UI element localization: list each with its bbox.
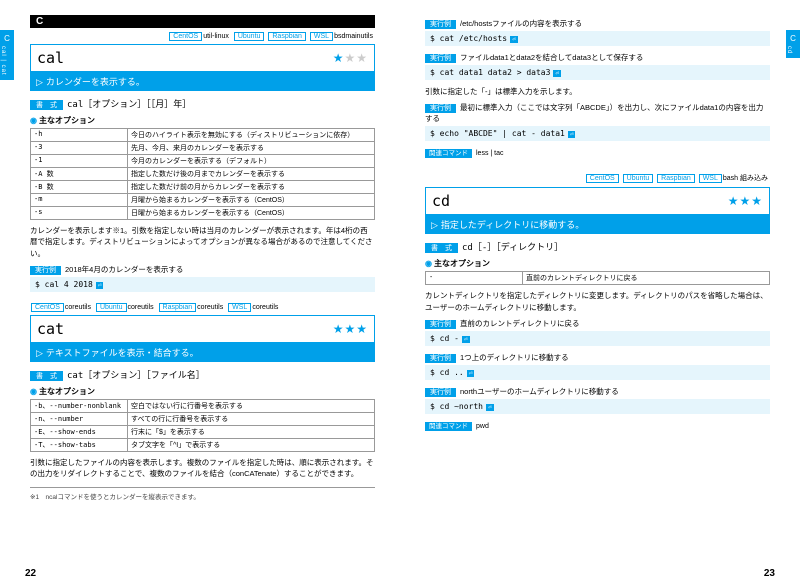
footnote: ※1 ncalコマンドを使うとカレンダーを縦表示できます。 [30, 487, 375, 501]
related-commands: 関連コマンドpwd [425, 420, 770, 430]
syntax-row: 書 式cd［-］［ディレクトリ］ [425, 240, 770, 253]
platforms-cd: CentOS Ubuntu Raspbian WSLbash 組み込み [425, 173, 770, 183]
options-table-cd: -直前のカレントディレクトリに戻る [425, 271, 770, 285]
example-row: 実行例/etc/hostsファイルの内容を表示する [425, 18, 770, 29]
example-row: 実行例1つ上のディレクトリに移動する [425, 352, 770, 363]
page-number-right: 23 [764, 568, 775, 579]
code-box: $ echo "ABCDE" | cat - data1⏎ [425, 126, 770, 141]
options-table-cat: -b、--number-nonblank空白ではない行に行番号を表示する -n、… [30, 399, 375, 452]
command-header-cal: cal ★★★ [30, 44, 375, 72]
command-description: ▷テキストファイルを表示・結合する。 [30, 343, 375, 362]
code-box: $ cd ~north⏎ [425, 399, 770, 414]
tab-letter: C [786, 34, 800, 43]
body-text-cd: カレントディレクトリを指定したディレクトリに変更します。ディレクトリのパスを省略… [425, 290, 770, 313]
platforms-cal: CentOSutil-linux Ubuntu Raspbian WSLbsdm… [30, 33, 375, 40]
syntax-row: 書 式cat［オプション］［ファイル名］ [30, 368, 375, 381]
example-row: 実行例ファイルdata1とdata2を結合してdata3として保存する [425, 52, 770, 63]
related-commands: 関連コマンドless | tac [425, 147, 770, 157]
section-letter: C [30, 15, 375, 28]
example-row: 実行例直前のカレントディレクトリに戻る [425, 318, 770, 329]
index-tab-right: C cd [786, 30, 800, 58]
page-left: C cal | cat C CentOSutil-linux Ubuntu Ra… [0, 0, 400, 587]
code-box: $ cd ..⏎ [425, 365, 770, 380]
command-name: cal [37, 49, 64, 67]
command-name: cd [432, 192, 450, 210]
rating-stars: ★★★ [333, 322, 368, 336]
code-box: $ cat data1 data2 > data3⏎ [425, 65, 770, 80]
command-description: ▷カレンダーを表示する。 [30, 72, 375, 91]
index-tab-left: C cal | cat [0, 30, 14, 80]
page-right: C cd 実行例/etc/hostsファイルの内容を表示する $ cat /et… [400, 0, 800, 587]
command-header-cd: cd ★★★ [425, 187, 770, 215]
example-row: 実行例2018年4月のカレンダーを表示する [30, 264, 375, 275]
syntax-row: 書 式cal［オプション］［［月］年］ [30, 97, 375, 110]
tab-sub: cd [786, 46, 792, 54]
page-number-left: 22 [25, 568, 36, 579]
example-row: 実行例northユーザーのホームディレクトリに移動する [425, 386, 770, 397]
body-text-cal: カレンダーを表示します※1。引数を指定しない時は当月のカレンダーが表示されます。… [30, 225, 375, 259]
options-heading: ◉主なオプション [425, 258, 770, 269]
code-box: $ cd -⏎ [425, 331, 770, 346]
code-box: $ cat /etc/hosts⏎ [425, 31, 770, 46]
body-text: 引数に指定した「-」は標準入力を示します。 [425, 86, 770, 97]
code-box: $ cal 4 2018⏎ [30, 277, 375, 292]
platforms-cat: CentOScoreutils Ubuntucoreutils Raspbian… [30, 304, 375, 311]
tab-letter: C [0, 34, 14, 43]
command-name: cat [37, 320, 64, 338]
rating-stars: ★★★ [333, 51, 368, 65]
command-header-cat: cat ★★★ [30, 315, 375, 343]
options-table-cal: -h今日のハイライト表示を無効にする（ディストリビューションに依存） -3先月、… [30, 128, 375, 220]
options-heading: ◉主なオプション [30, 115, 375, 126]
options-heading: ◉主なオプション [30, 386, 375, 397]
body-text-cat: 引数に指定したファイルの内容を表示します。複数のファイルを指定した時は、順に表示… [30, 457, 375, 480]
command-description: ▷指定したディレクトリに移動する。 [425, 215, 770, 234]
tab-sub: cal | cat [0, 46, 6, 76]
example-row: 実行例最初に標準入力（ここでは文字列「ABCDE」）を出力し、次にファイルdat… [425, 102, 770, 124]
rating-stars: ★★★ [728, 194, 763, 208]
